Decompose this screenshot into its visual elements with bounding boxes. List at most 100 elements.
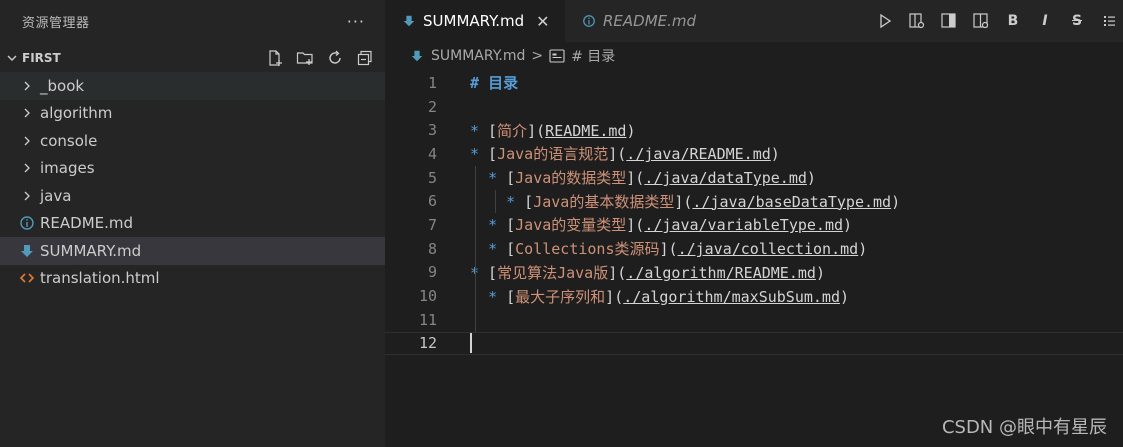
tab-label: SUMMARY.md xyxy=(423,12,525,30)
tree-item-console-folder[interactable]: console xyxy=(0,127,385,155)
code-line[interactable]: 3 * [简介](README.md) xyxy=(385,118,1123,142)
code-line[interactable]: 9 * [常见算法Java版](./algorithm/README.md) xyxy=(385,261,1123,285)
tree-item-label: images xyxy=(40,159,95,178)
md-link-url[interactable]: ./java/variableType.md xyxy=(644,216,843,234)
md-link-url[interactable]: ./java/README.md xyxy=(626,145,771,163)
line-number: 11 xyxy=(418,310,437,329)
chevron-down-icon[interactable] xyxy=(4,50,20,66)
tree-item-java-folder[interactable]: java xyxy=(0,182,385,210)
new-folder-icon[interactable] xyxy=(295,48,315,68)
editor-area: SUMMARY.md ✕ README.md B I S SUMMARY.md … xyxy=(385,0,1123,447)
chevron-right-icon xyxy=(18,159,36,177)
editor-toolbar: B I S xyxy=(875,0,1123,42)
italic-button[interactable]: I xyxy=(1035,11,1055,31)
md-link-url[interactable]: ./java/collection.md xyxy=(678,240,859,258)
list-icon[interactable] xyxy=(1099,11,1119,31)
code-line[interactable]: 2 xyxy=(385,95,1123,119)
file-tree: _book algorithm console images java READ… xyxy=(0,72,385,292)
md-link-text: Java的语言规范 xyxy=(497,145,609,164)
code-line[interactable]: 8 * [Collections类源码](./java/collection.m… xyxy=(385,237,1123,261)
breadcrumb-symbol[interactable]: # 目录 xyxy=(571,46,615,66)
tree-item-label: algorithm xyxy=(40,104,113,123)
html-code-icon xyxy=(18,269,36,287)
line-content: * [Collections类源码](./java/collection.md) xyxy=(488,240,868,259)
tab-readme-md[interactable]: README.md xyxy=(565,0,715,42)
tab-summary-md[interactable]: SUMMARY.md ✕ xyxy=(385,0,565,42)
strikethrough-button[interactable]: S xyxy=(1067,11,1087,31)
md-link-url[interactable]: ./java/baseDataType.md xyxy=(692,193,891,211)
tree-item-readme[interactable]: README.md xyxy=(0,210,385,238)
md-link-text: Java的变量类型 xyxy=(515,216,627,235)
code-line[interactable]: 7 * [Java的变量类型](./java/variableType.md) xyxy=(385,213,1123,237)
code-line[interactable]: 1 # 目录 xyxy=(385,71,1123,95)
md-heading-hash: # xyxy=(470,74,480,93)
tree-item-book-folder[interactable]: _book xyxy=(0,72,385,100)
collapse-all-icon[interactable] xyxy=(355,48,375,68)
new-file-icon[interactable] xyxy=(265,48,285,68)
md-bullet: * xyxy=(488,287,498,306)
tree-item-algorithm-folder[interactable]: algorithm xyxy=(0,100,385,128)
explorer-sidebar: 资源管理器 ··· FIRST _book algorithm console … xyxy=(0,0,385,447)
line-number: 2 xyxy=(427,97,437,116)
close-icon[interactable]: ✕ xyxy=(536,12,549,31)
run-icon[interactable] xyxy=(875,11,895,31)
md-link-url[interactable]: README.md xyxy=(545,122,626,140)
tab-bar: SUMMARY.md ✕ README.md B I S xyxy=(385,0,1123,42)
breadcrumb: SUMMARY.md > # 目录 xyxy=(385,42,1123,70)
markdown-icon xyxy=(18,242,36,260)
line-content: # 目录 xyxy=(470,72,518,93)
split-editor-icon[interactable] xyxy=(971,11,991,31)
line-content: * [Java的基本数据类型](./java/baseDataType.md) xyxy=(506,192,901,211)
md-bullet: * xyxy=(470,145,480,164)
tree-item-label: SUMMARY.md xyxy=(40,241,142,260)
md-link-text: Java的数据类型 xyxy=(515,169,627,188)
tab-label: README.md xyxy=(603,12,697,30)
line-content: * [Java的变量类型](./java/variableType.md) xyxy=(488,216,853,235)
line-number: 6 xyxy=(427,192,437,211)
md-bullet: * xyxy=(470,121,480,140)
line-number: 4 xyxy=(427,144,437,163)
tree-item-summary[interactable]: SUMMARY.md xyxy=(0,237,385,265)
code-line[interactable]: 10 * [最大子序列和](./algorithm/maxSubSum.md) xyxy=(385,284,1123,308)
line-number: 9 xyxy=(427,263,437,282)
tree-item-label: translation.html xyxy=(40,269,160,288)
code-line-current[interactable]: 12 xyxy=(385,331,1123,356)
more-actions-icon[interactable]: ··· xyxy=(347,12,365,31)
md-bullet: * xyxy=(488,216,498,235)
md-bullet: * xyxy=(488,240,498,259)
explorer-title: 资源管理器 xyxy=(22,15,90,31)
code-editor[interactable]: 1 # 目录 2 3 * [简介](README.md) 4 * [Java的语… xyxy=(385,71,1123,356)
md-bullet: * xyxy=(506,192,516,211)
chevron-right-icon xyxy=(18,104,36,122)
explorer-header: 资源管理器 ··· xyxy=(0,0,385,42)
bold-button[interactable]: B xyxy=(1003,11,1023,31)
md-heading-text: 目录 xyxy=(488,74,519,93)
tree-item-images-folder[interactable]: images xyxy=(0,155,385,183)
line-number: 12 xyxy=(418,334,437,353)
workspace-section-header[interactable]: FIRST xyxy=(0,44,385,72)
tree-item-translation-html[interactable]: translation.html xyxy=(0,265,385,293)
md-link-text: Collections类源码 xyxy=(515,240,660,259)
text-cursor xyxy=(470,333,472,354)
md-link-url[interactable]: ./algorithm/maxSubSum.md xyxy=(623,288,840,306)
markdown-icon xyxy=(401,13,417,29)
code-line[interactable]: 4 * [Java的语言规范](./java/README.md) xyxy=(385,142,1123,166)
refresh-icon[interactable] xyxy=(325,48,345,68)
preview-side-icon[interactable] xyxy=(939,11,959,31)
line-number: 1 xyxy=(427,73,437,92)
code-line[interactable]: 11 xyxy=(385,308,1123,332)
breadcrumb-file[interactable]: SUMMARY.md xyxy=(431,48,525,64)
md-link-url[interactable]: ./algorithm/README.md xyxy=(626,264,816,282)
chevron-right-icon xyxy=(18,77,36,95)
open-preview-icon[interactable] xyxy=(907,11,927,31)
line-number: 5 xyxy=(427,168,437,187)
line-number: 7 xyxy=(427,215,437,234)
code-line[interactable]: 5 * [Java的数据类型](./java/dataType.md) xyxy=(385,166,1123,190)
chevron-right-icon xyxy=(18,132,36,150)
md-link-text: 常见算法Java版 xyxy=(497,263,609,282)
line-number: 8 xyxy=(427,239,437,258)
md-link-url[interactable]: ./java/dataType.md xyxy=(644,169,807,187)
tree-item-label: console xyxy=(40,131,98,150)
line-content: * [常见算法Java版](./algorithm/README.md) xyxy=(470,262,825,283)
tree-item-label: README.md xyxy=(40,214,134,233)
